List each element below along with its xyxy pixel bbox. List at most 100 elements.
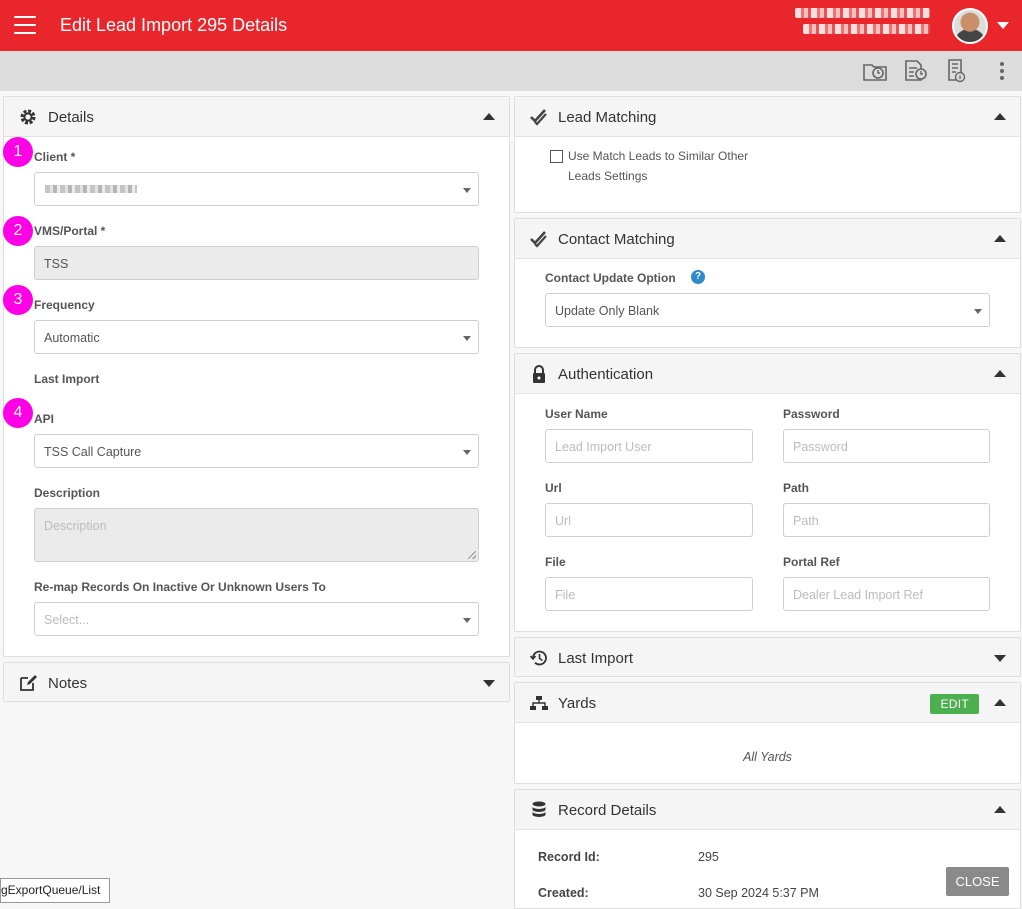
edit-note-icon (20, 675, 37, 691)
file-label: File (545, 555, 566, 569)
contact-matching-header[interactable]: Contact Matching (515, 219, 1020, 259)
panel-title: Last Import (558, 650, 634, 667)
path-label: Path (783, 481, 810, 495)
details-panel-header[interactable]: Details (4, 97, 509, 137)
client-label: Client * (34, 150, 76, 164)
collapse-icon[interactable] (994, 806, 1006, 813)
username-label: User Name (545, 407, 608, 421)
vms-portal-field: TSS (34, 246, 479, 280)
remap-placeholder: Select... (44, 613, 90, 627)
record-details-header[interactable]: Record Details (515, 790, 1020, 830)
lock-icon (533, 365, 545, 383)
api-label: API (34, 412, 55, 426)
toolbar (0, 51, 1022, 91)
file-input[interactable]: File (545, 577, 753, 611)
history-icon (529, 650, 547, 666)
status-url-tooltip: gExportQueue/List (0, 878, 111, 903)
remap-select[interactable]: Select... (34, 602, 479, 636)
match-leads-label-line1: Use Match Leads to Similar Other (568, 149, 749, 163)
panel-title: Record Details (558, 802, 657, 819)
panel-title: Authentication (558, 366, 654, 383)
lead-matching-header[interactable]: Lead Matching (515, 97, 1020, 137)
description-placeholder: Description (44, 519, 107, 533)
resize-handle-icon[interactable] (468, 551, 476, 559)
api-value: TSS Call Capture (44, 445, 142, 459)
password-label: Password (783, 407, 840, 421)
database-icon (532, 801, 546, 817)
api-select[interactable]: TSS Call Capture (34, 434, 479, 468)
record-id-value: 295 (698, 850, 719, 864)
chevron-down-icon (974, 309, 982, 314)
yards-edit-button[interactable]: EDIT (930, 694, 979, 714)
annotation-marker-4: 4 (3, 398, 33, 428)
remap-label: Re-map Records On Inactive Or Unknown Us… (34, 580, 326, 594)
annotation-marker-3: 3 (3, 285, 33, 315)
client-select[interactable] (34, 172, 479, 206)
folder-clock-icon[interactable] (862, 59, 888, 83)
last-import-header[interactable]: Last Import (515, 638, 1020, 676)
match-leads-label-line2: Leads Settings (568, 169, 648, 183)
created-value: 30 Sep 2024 5:37 PM (698, 886, 819, 900)
collapse-icon[interactable] (994, 235, 1006, 242)
created-label: Created: (538, 886, 589, 900)
contact-update-select[interactable]: Update Only Blank (545, 293, 990, 327)
collapse-icon[interactable] (483, 113, 495, 120)
panel-title: Contact Matching (558, 231, 675, 248)
contact-update-option-label: Contact Update Option (545, 271, 676, 285)
collapse-icon[interactable] (994, 370, 1006, 377)
chevron-down-icon (463, 618, 471, 623)
notes-panel-header[interactable]: Notes (4, 663, 509, 701)
user-menu-caret-icon[interactable] (997, 22, 1009, 29)
authentication-header[interactable]: Authentication (515, 354, 1020, 394)
frequency-label: Frequency (34, 298, 95, 312)
user-info-redacted (795, 8, 930, 40)
help-icon[interactable]: ? (691, 270, 705, 284)
yards-header[interactable]: Yards EDIT (515, 683, 1020, 723)
menu-icon[interactable] (14, 16, 36, 34)
notes-panel: Notes (3, 662, 510, 702)
record-id-label: Record Id: (538, 850, 600, 864)
panel-title: Details (48, 109, 94, 126)
username-input[interactable]: Lead Import User (545, 429, 753, 463)
client-value-redacted (45, 185, 137, 193)
expand-icon[interactable] (994, 655, 1006, 662)
double-check-icon (530, 231, 547, 248)
contact-update-value: Update Only Blank (555, 304, 660, 318)
last-import-panel: Last Import (514, 637, 1021, 677)
chevron-down-icon (463, 450, 471, 455)
panel-title: Yards (558, 695, 597, 712)
panel-title: Notes (48, 675, 88, 692)
url-input[interactable]: Url (545, 503, 753, 537)
panel-title: Lead Matching (558, 109, 657, 126)
yards-panel: Yards EDIT All Yards (514, 682, 1021, 784)
document-info-icon[interactable] (945, 59, 971, 83)
sitemap-icon (530, 696, 548, 710)
portal-ref-label: Portal Ref (783, 555, 840, 569)
page-title: Edit Lead Import 295 Details (60, 15, 288, 35)
annotation-marker-1: 1 (3, 137, 33, 167)
collapse-icon[interactable] (994, 699, 1006, 706)
more-vert-icon[interactable] (990, 59, 1014, 83)
url-label: Url (545, 481, 562, 495)
description-textarea[interactable]: Description (34, 508, 479, 562)
top-app-bar: Edit Lead Import 295 Details (0, 0, 1022, 51)
match-leads-checkbox[interactable] (550, 150, 563, 163)
chevron-down-icon (463, 336, 471, 341)
frequency-value: Automatic (44, 331, 100, 345)
vms-portal-label: VMS/Portal * (34, 224, 106, 238)
expand-icon[interactable] (483, 680, 495, 687)
close-button[interactable]: CLOSE (946, 867, 1009, 896)
description-label: Description (34, 486, 101, 500)
yards-value: All Yards (743, 750, 792, 764)
double-check-icon (530, 109, 547, 126)
last-import-label: Last Import (34, 372, 100, 386)
path-input[interactable]: Path (783, 503, 990, 537)
chevron-down-icon (463, 188, 471, 193)
gear-icon (20, 109, 36, 125)
frequency-select[interactable]: Automatic (34, 320, 479, 354)
document-clock-icon[interactable] (903, 59, 929, 83)
password-input[interactable]: Password (783, 429, 990, 463)
avatar[interactable] (952, 8, 988, 44)
portal-ref-input[interactable]: Dealer Lead Import Ref (783, 577, 990, 611)
collapse-icon[interactable] (994, 113, 1006, 120)
